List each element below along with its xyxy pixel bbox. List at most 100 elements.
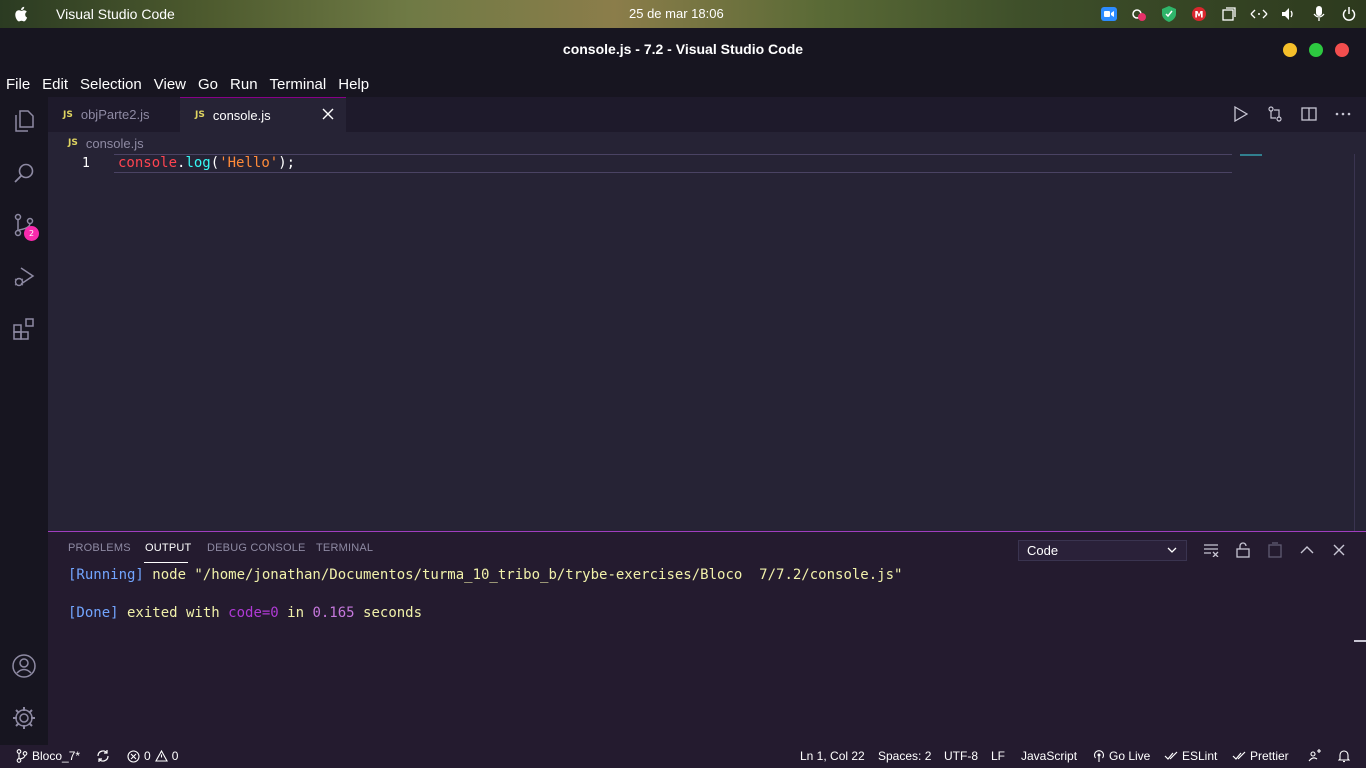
branch-indicator[interactable]: Bloco_7* <box>16 749 80 763</box>
panel-actions <box>1202 541 1348 559</box>
explorer-icon[interactable] <box>10 107 38 135</box>
double-check-icon <box>1164 751 1178 760</box>
double-check-icon <box>1232 751 1246 760</box>
encoding[interactable]: UTF-8 <box>944 749 978 763</box>
active-app-name[interactable]: Visual Studio Code <box>56 6 175 22</box>
tab-objparte2[interactable]: JS objParte2.js <box>48 97 180 132</box>
encoding-text: UTF-8 <box>944 749 978 763</box>
menu-file[interactable]: File <box>6 76 30 93</box>
lock-scroll-icon[interactable] <box>1234 541 1252 559</box>
screen-icon[interactable] <box>1220 5 1238 23</box>
maximize-panel-icon[interactable] <box>1298 541 1316 559</box>
token-string: 'Hello' <box>219 155 279 171</box>
minimap-line <box>1240 154 1262 156</box>
menu-terminal[interactable]: Terminal <box>270 76 327 93</box>
menu-run[interactable]: Run <box>230 76 258 93</box>
indentation[interactable]: Spaces: 2 <box>878 749 931 763</box>
shield-icon[interactable] <box>1160 5 1178 23</box>
menu-selection[interactable]: Selection <box>80 76 142 93</box>
tab-problems[interactable]: PROBLEMS <box>68 542 131 554</box>
eslint-status[interactable]: ESLint <box>1164 749 1217 763</box>
output-channel-value: Code <box>1027 543 1059 558</box>
sync-button[interactable] <box>96 749 110 763</box>
maximize-button[interactable] <box>1309 43 1323 57</box>
open-changes-icon[interactable] <box>1266 105 1284 123</box>
output-text: in <box>278 605 313 621</box>
editor-scrollbar[interactable] <box>1354 154 1366 532</box>
minimap[interactable] <box>1240 154 1366 532</box>
network-icon[interactable] <box>1250 5 1268 23</box>
close-window-button[interactable] <box>1335 43 1349 57</box>
tab-debug-console[interactable]: DEBUG CONSOLE <box>207 542 306 554</box>
close-panel-icon[interactable] <box>1330 541 1348 559</box>
record-icon[interactable] <box>1130 5 1148 23</box>
extensions-icon[interactable] <box>10 315 38 343</box>
close-tab-icon[interactable] <box>322 108 336 122</box>
tab-label: console.js <box>212 107 271 123</box>
mega-icon[interactable]: M <box>1190 5 1208 23</box>
editor-tab-bar: JS objParte2.js JS console.js <box>48 97 1366 132</box>
error-count: 0 <box>144 749 151 763</box>
feedback-button[interactable] <box>1308 749 1322 763</box>
branch-name: Bloco_7* <box>32 749 81 763</box>
git-branch-icon <box>16 749 28 763</box>
error-icon <box>127 749 140 763</box>
output-command: node "/home/jonathan/Documentos/turma_10… <box>143 567 903 583</box>
power-icon[interactable] <box>1340 5 1358 23</box>
microphone-icon[interactable] <box>1310 5 1328 23</box>
sync-icon <box>97 750 109 762</box>
problems-indicator[interactable]: 0 0 <box>127 749 178 763</box>
menu-view[interactable]: View <box>154 76 186 93</box>
broadcast-icon <box>1093 749 1105 762</box>
javascript-file-icon: JS <box>195 110 205 120</box>
line-ending[interactable]: LF <box>991 749 1005 763</box>
split-editor-icon[interactable] <box>1300 105 1318 123</box>
account-icon[interactable] <box>10 652 38 680</box>
breadcrumb-file[interactable]: console.js <box>86 136 144 151</box>
tab-output[interactable]: OUTPUT <box>145 542 191 554</box>
output-tag: [Done] <box>68 605 119 621</box>
prettier-text: Prettier <box>1250 749 1289 763</box>
panel-scrollbar[interactable] <box>1354 640 1366 642</box>
active-tab-indicator <box>144 562 188 563</box>
menu-help[interactable]: Help <box>338 76 369 93</box>
output-text: exited with <box>118 605 229 621</box>
menu-go[interactable]: Go <box>198 76 218 93</box>
menu-bar: File Edit Selection View Go Run Terminal… <box>0 72 1366 97</box>
output-channel-select[interactable]: Code <box>1018 540 1187 561</box>
minimize-button[interactable] <box>1283 43 1297 57</box>
clock[interactable]: 25 de mar 18:06 <box>629 6 724 21</box>
indentation-text: Spaces: 2 <box>878 749 932 763</box>
prettier-status[interactable]: Prettier <box>1232 749 1289 763</box>
code-editor[interactable]: 1 console.log('Hello'); <box>48 154 1366 532</box>
menu-edit[interactable]: Edit <box>42 76 68 93</box>
javascript-file-icon: JS <box>63 109 73 120</box>
open-log-icon[interactable] <box>1266 541 1284 559</box>
status-bar: Bloco_7* 0 0 Ln 1, Col 22 Spaces: 2 UTF-… <box>0 745 1366 768</box>
run-code-icon[interactable] <box>1232 105 1250 123</box>
settings-gear-icon[interactable] <box>10 704 38 732</box>
token-open-paren: ( <box>210 155 220 171</box>
code-line[interactable]: console.log('Hello'); <box>118 155 295 171</box>
more-actions-icon[interactable] <box>1334 105 1352 123</box>
tab-terminal[interactable]: TERMINAL <box>316 542 373 554</box>
notifications-button[interactable] <box>1338 749 1350 763</box>
bell-icon <box>1338 750 1350 763</box>
source-control-badge: 2 <box>24 226 39 241</box>
tab-console[interactable]: JS console.js <box>180 97 346 132</box>
apple-icon[interactable] <box>14 5 30 23</box>
search-icon[interactable] <box>10 159 38 187</box>
output-tag: [Running] <box>68 567 144 583</box>
zoom-icon[interactable] <box>1100 5 1118 23</box>
run-debug-icon[interactable] <box>10 263 38 291</box>
line-ending-text: LF <box>991 749 1006 763</box>
cursor-position[interactable]: Ln 1, Col 22 <box>800 749 865 763</box>
go-live-button[interactable]: Go Live <box>1093 749 1150 763</box>
language-mode[interactable]: JavaScript <box>1021 749 1077 763</box>
volume-icon[interactable] <box>1280 5 1298 23</box>
token-close: ); <box>278 155 296 171</box>
tab-label: objParte2.js <box>80 107 150 122</box>
breadcrumb[interactable]: JS console.js <box>48 132 1366 154</box>
window-title-bar[interactable]: console.js - 7.2 - Visual Studio Code <box>0 28 1366 72</box>
clear-output-icon[interactable] <box>1202 541 1220 559</box>
